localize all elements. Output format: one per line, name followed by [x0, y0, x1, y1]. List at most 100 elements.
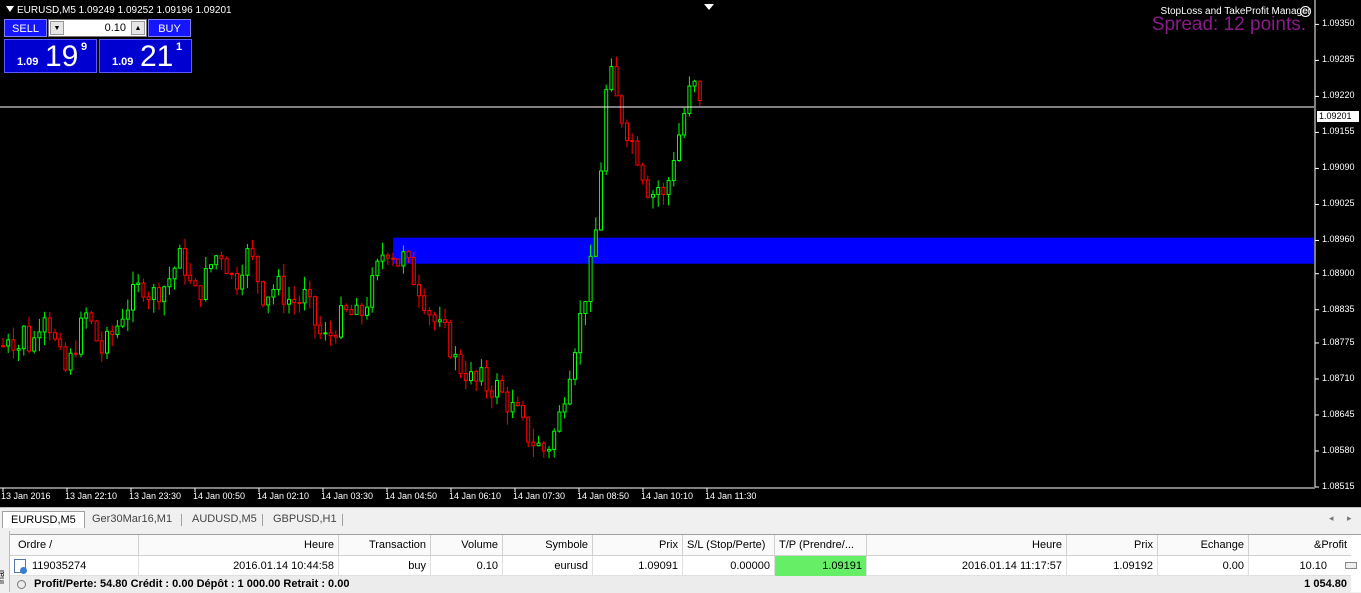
candle-body [536, 442, 541, 447]
col-heure[interactable]: Heure [139, 535, 339, 556]
volume-down-icon[interactable]: ▼ [50, 21, 64, 35]
candle-body [479, 367, 484, 382]
summary-icon [17, 580, 26, 589]
candle-body [307, 289, 312, 298]
buy-button[interactable]: BUY [148, 19, 191, 37]
dropdown-triangle-icon[interactable] [6, 6, 14, 12]
candle-body [120, 318, 125, 327]
time-tick-label: 14 Jan 10:10 [641, 491, 694, 501]
volume-field[interactable]: ▼ 0.10 ▲ [48, 19, 147, 37]
col-stop-loss[interactable]: S/L (Stop/Perte) [683, 535, 775, 556]
candle-body [146, 296, 151, 300]
col-ordre[interactable]: Ordre / [10, 535, 139, 556]
scrollbar[interactable] [1341, 556, 1361, 576]
candle-body [58, 338, 63, 348]
tab-scroll-right-icon[interactable]: ▸ [1347, 513, 1352, 524]
candle-body [489, 390, 494, 398]
time-tick-label: 13 Jan 23:30 [129, 491, 182, 501]
volume: 0.10 [431, 556, 503, 576]
buy-price-prefix: 1.09 [112, 56, 134, 68]
candle-body [297, 301, 302, 304]
chart-shift-marker-icon[interactable] [704, 4, 714, 10]
tab-eurusd-m5[interactable]: EURUSD,M5 [2, 511, 85, 528]
scroll-thumb[interactable] [1345, 562, 1357, 569]
volume-up-icon[interactable]: ▲ [131, 21, 145, 35]
volume-value[interactable]: 0.10 [105, 21, 126, 35]
sell-button[interactable]: SELL [4, 19, 47, 37]
candle-body [427, 310, 432, 316]
tab-scroll-left-icon[interactable]: ◂ [1329, 513, 1334, 524]
col-symbole[interactable]: Symbole [503, 535, 593, 556]
buy-price-button[interactable]: 1.09 21 1 [99, 39, 192, 73]
sell-price-button[interactable]: 1.09 19 9 [4, 39, 97, 73]
candle-body [240, 274, 245, 290]
summary-text: Profit/Perte: 54.80 Crédit : 0.00 Dépôt … [34, 578, 350, 590]
terminal-panel: Ordre / Heure Transaction Volume Symbole… [10, 534, 1361, 593]
stop-loss-value: 0.00000 [683, 556, 775, 576]
order-id: 119035274 [10, 556, 139, 576]
take-profit-value: 1.09191 [775, 556, 867, 576]
candle-body [359, 304, 364, 316]
tab-gbpusd-h1[interactable]: GBPUSD,H1 [265, 511, 345, 528]
col-take-profit[interactable]: T/P (Prendre/... [775, 535, 867, 556]
candle-body [99, 340, 104, 354]
candle-body [463, 373, 468, 382]
candle-body [687, 85, 692, 115]
candle-body [422, 295, 427, 312]
candle-body [365, 306, 369, 316]
col-volume[interactable]: Volume [431, 535, 503, 556]
col-prix-close[interactable]: Prix [1067, 535, 1158, 556]
candle-body [484, 367, 489, 392]
candle-body [250, 248, 255, 257]
candle-body [27, 325, 31, 352]
candle-body [209, 264, 213, 270]
sell-price-prefix: 1.09 [17, 56, 39, 68]
col-prix[interactable]: Prix [593, 535, 683, 556]
candle-body [89, 312, 94, 322]
candle-body [651, 193, 655, 198]
candle-body [583, 301, 588, 315]
candle-body [136, 282, 141, 286]
candle-body [531, 441, 536, 447]
candle-body [625, 122, 629, 142]
candle-body [203, 268, 208, 301]
col-transaction[interactable]: Transaction [339, 535, 431, 556]
col-echange[interactable]: Echange [1158, 535, 1249, 556]
candle-body [229, 272, 234, 275]
candle-body [396, 258, 401, 267]
candle-body [16, 348, 21, 351]
candle-body [73, 352, 78, 355]
candle-body [411, 257, 416, 286]
one-click-trading-panel: SELL ▼ 0.10 ▲ BUY 1.09 19 9 1.09 21 1 [4, 19, 192, 73]
tab-separator [262, 514, 263, 526]
col-profit[interactable]: &Profit [1249, 535, 1351, 556]
candle-body [448, 321, 453, 358]
candle-body [318, 324, 323, 335]
open-price: 1.09091 [593, 556, 683, 576]
spread-label: Spread: 12 points. [1151, 14, 1306, 35]
price-tick-label: 1.08960 [1322, 234, 1355, 245]
col-heure-close[interactable]: Heure [867, 535, 1067, 556]
candle-body [588, 255, 593, 303]
transaction-type: buy [339, 556, 431, 576]
price-chart[interactable] [0, 0, 1361, 507]
swap-value: 0.00 [1158, 556, 1249, 576]
candle-body [474, 371, 479, 382]
candle-body [162, 286, 167, 303]
tab-audusd-m5[interactable]: AUDUSD,M5 [184, 511, 265, 528]
candle-body [6, 339, 11, 347]
candle-body [640, 164, 645, 181]
candle-body [614, 66, 619, 97]
buy-price-pip: 1 [176, 41, 183, 53]
candle-body [224, 258, 229, 274]
price-tick-label: 1.09155 [1322, 126, 1355, 137]
tab-ger30mar16-m1[interactable]: Ger30Mar16,M1 [84, 511, 180, 528]
candle-body [375, 260, 380, 277]
candle-body [692, 80, 697, 87]
candle-body [552, 430, 557, 450]
table-row[interactable]: 119035274 2016.01.14 10:44:58 buy 0.10 e… [10, 556, 1351, 576]
chart-area[interactable]: EURUSD,M5 1.09249 1.09252 1.09196 1.0920… [0, 0, 1361, 507]
order-document-icon [14, 559, 27, 574]
candle-body [255, 255, 260, 283]
candle-body [515, 402, 520, 406]
